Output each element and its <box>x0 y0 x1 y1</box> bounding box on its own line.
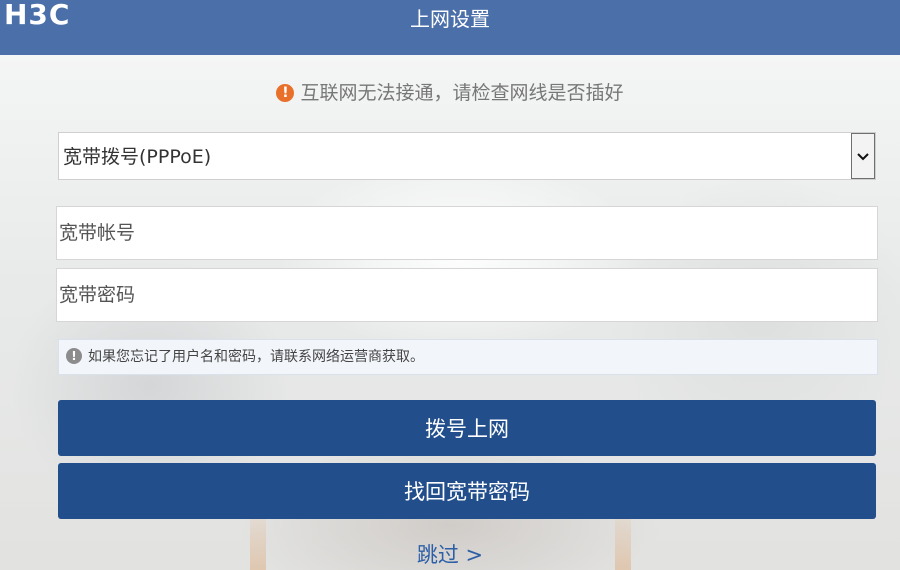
recover-password-button[interactable]: 找回宽带密码 <box>58 463 876 519</box>
skip-link[interactable]: 跳过 > <box>0 540 900 570</box>
dial-up-button[interactable]: 拨号上网 <box>58 400 876 456</box>
broadband-password-input[interactable] <box>56 268 878 322</box>
warning-icon: ! <box>276 84 295 102</box>
forgot-credentials-hint: ! 如果您忘记了用户名和密码，请联系网络运营商获取。 <box>58 339 878 375</box>
connection-status-text: 互联网无法接通，请检查网线是否插好 <box>300 82 624 104</box>
page-title: 上网设置 <box>410 7 490 31</box>
broadband-account-input[interactable] <box>56 206 878 260</box>
connection-type-value: 宽带拨号(PPPoE) <box>63 146 212 168</box>
hint-text: 如果您忘记了用户名和密码，请联系网络运营商获取。 <box>88 349 424 365</box>
connection-status: ! 互联网无法接通，请检查网线是否插好 <box>0 80 900 106</box>
chevron-down-icon[interactable] <box>851 133 875 179</box>
header-bar: H3C 上网设置 <box>0 0 900 55</box>
connection-type-select[interactable]: 宽带拨号(PPPoE) <box>58 132 876 180</box>
info-icon: ! <box>66 348 82 364</box>
